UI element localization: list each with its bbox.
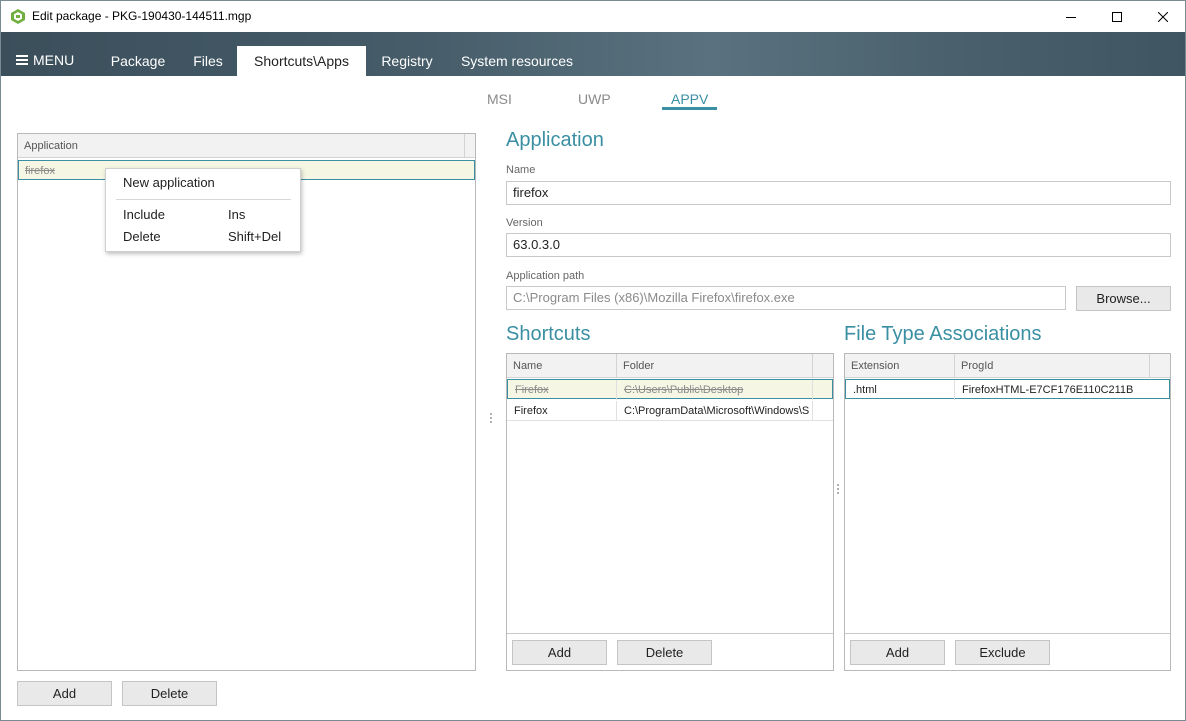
main-tab-bar: MENU Package Files Shortcuts\Apps Regist… [1,32,1185,76]
context-item-shortcut: Ins [228,207,246,222]
browse-button[interactable]: Browse... [1076,286,1171,311]
version-label: Version [506,217,543,229]
tab-system-resources[interactable]: System resources [449,46,585,76]
shortcuts-section-title: Shortcuts [506,323,591,345]
column-header-folder[interactable]: Folder [617,354,813,378]
menu-button[interactable]: MENU [16,52,74,68]
application-list-header: Application [18,134,475,158]
app-package-icon [11,9,25,24]
application-path-field: C:\Program Files (x86)\Mozilla Firefox\f… [506,286,1066,310]
tab-package[interactable]: Package [98,46,178,76]
fta-section-title: File Type Associations [844,323,1042,345]
application-section-title: Application [506,129,604,151]
context-item-shortcut: Shift+Del [228,229,282,244]
fta-progid-cell: FirefoxHTML-E7CF176E110C211B [962,384,1134,396]
minimize-icon [1066,16,1076,18]
tab-label: Shortcuts\Apps [254,53,349,69]
context-item-new-application[interactable]: New application [106,172,300,194]
add-fta-button[interactable]: Add [850,640,945,665]
tab-registry[interactable]: Registry [368,46,446,76]
title-bar: Edit package - PKG-190430-144511.mgp [1,1,1185,32]
delete-shortcut-button[interactable]: Delete [617,640,712,665]
exclude-fta-button[interactable]: Exclude [955,640,1050,665]
context-menu: New application Include Ins Delete Shift… [105,168,301,252]
context-item-include[interactable]: Include Ins [106,204,300,226]
tab-label: Files [193,53,223,69]
add-application-button[interactable]: Add [17,681,112,706]
context-item-delete[interactable]: Delete Shift+Del [106,226,300,248]
shortcut-name-cell: Firefox [508,380,617,400]
tab-label: Package [110,53,166,69]
tab-label: System resources [460,53,574,69]
vertical-splitter[interactable] [490,413,493,425]
context-item-label: New application [123,175,215,190]
menu-hamburger-icon [16,55,28,65]
name-label: Name [506,164,536,176]
subtab-msi[interactable]: MSI [487,91,512,107]
shortcut-folder-cell: C:\Users\Public\Desktop [617,380,813,400]
fta-grid[interactable]: Extension ProgId .html FirefoxHTML-E7CF1… [844,353,1171,671]
tab-files[interactable]: Files [182,46,234,76]
edit-package-window: Edit package - PKG-190430-144511.mgp MEN… [0,0,1186,721]
shortcut-row[interactable]: Firefox C:\ProgramData\Microsoft\Windows… [507,401,833,421]
column-header-progid[interactable]: ProgId [955,354,1150,378]
maximize-button[interactable] [1094,1,1140,32]
tab-label: Registry [381,53,433,69]
version-field[interactable]: 63.0.3.0 [506,233,1171,257]
shortcut-name-cell: Firefox [507,401,617,421]
column-header-extension[interactable]: Extension [845,354,955,378]
shortcuts-grid[interactable]: Name Folder Firefox C:\Users\Public\Desk… [506,353,834,671]
grid-splitter[interactable] [837,484,840,496]
name-field[interactable]: firefox [506,181,1171,205]
shortcut-row[interactable]: Firefox C:\Users\Public\Desktop [507,379,833,400]
delete-application-button[interactable]: Delete [122,681,217,706]
column-header-application[interactable]: Application [18,134,465,158]
maximize-icon [1112,11,1122,22]
column-header-name[interactable]: Name [507,354,617,378]
subtab-appv[interactable]: APPV [671,91,708,107]
application-path-label: Application path [506,270,585,282]
add-shortcut-button[interactable]: Add [512,640,607,665]
menu-label: MENU [33,52,75,68]
close-icon [1158,11,1168,22]
fta-extension-cell: .html [846,380,955,400]
fta-grid-header: Extension ProgId [845,354,1170,378]
active-subtab-indicator [662,107,717,110]
tab-shortcuts-apps[interactable]: Shortcuts\Apps [237,46,366,76]
context-menu-separator [116,199,291,200]
context-item-label: Include [123,207,165,222]
close-button[interactable] [1140,1,1185,32]
window-title: Edit package - PKG-190430-144511.mgp [32,9,252,23]
context-item-label: Delete [123,229,161,244]
subtab-uwp[interactable]: UWP [578,91,611,107]
minimize-button[interactable] [1048,1,1094,32]
shortcuts-grid-header: Name Folder [507,354,833,378]
fta-row[interactable]: .html FirefoxHTML-E7CF176E110C211B [845,379,1170,400]
shortcut-folder-cell: C:\ProgramData\Microsoft\Windows\S [617,401,813,421]
